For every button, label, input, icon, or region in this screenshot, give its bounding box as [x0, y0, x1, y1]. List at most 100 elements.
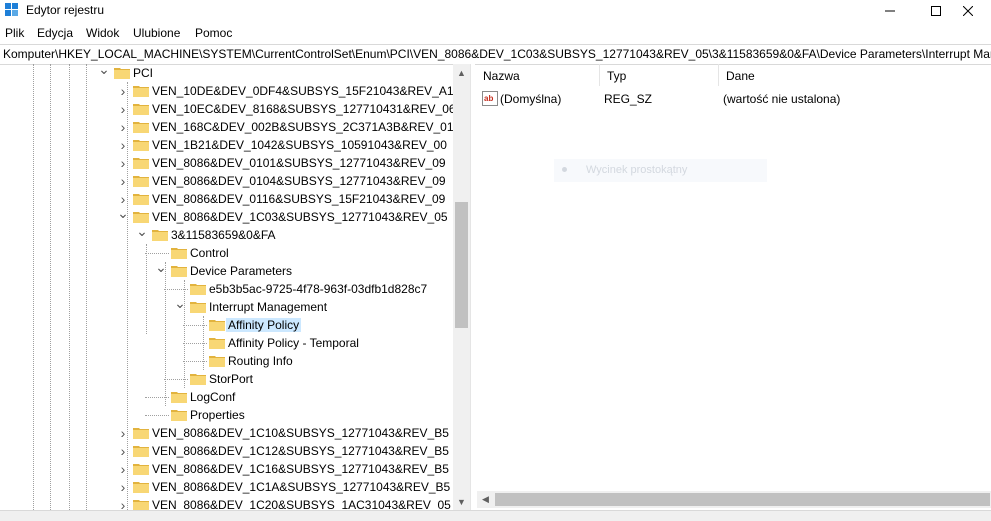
- menu-help[interactable]: Pomoc: [195, 26, 232, 40]
- tree-item[interactable]: e5b3b5ac-9725-4f78-963f-03dfb1d828c7: [164, 280, 453, 298]
- tree-item[interactable]: LogConf: [145, 388, 453, 406]
- tree-item[interactable]: › VEN_8086&DEV_0116&SUBSYS_15F21043&REV_0…: [117, 190, 453, 208]
- folder-icon: [152, 230, 168, 241]
- collapse-chevron-icon[interactable]: ⌄: [98, 64, 110, 77]
- value-type: REG_SZ: [604, 92, 653, 106]
- expand-chevron-icon[interactable]: ›: [117, 497, 129, 510]
- tree-item[interactable]: ⌄ Device Parameters: [155, 259, 453, 280]
- tree-connector: [145, 408, 169, 422]
- window-title: Edytor rejestru: [26, 3, 105, 17]
- folder-icon: [133, 158, 149, 169]
- expand-chevron-icon[interactable]: ›: [117, 155, 129, 171]
- tree-item[interactable]: Control: [145, 244, 453, 262]
- column-header-type[interactable]: Typ: [599, 64, 719, 86]
- address-path[interactable]: Komputer\HKEY_LOCAL_MACHINE\SYSTEM\Curre…: [3, 47, 991, 61]
- values-scroll-thumb[interactable]: [495, 493, 990, 506]
- tree-item[interactable]: ⌄ 3&11583659&0&FA: [136, 223, 453, 244]
- registry-tree[interactable]: ⌄ PCI › VEN_10DE&DEV_0DF4&SUBSYS_15F21043&R…: [0, 64, 453, 510]
- menu-file[interactable]: Plik: [5, 26, 24, 40]
- value-row[interactable]: ab (Domyślna) REG_SZ (wartość nie ustalo…: [475, 90, 991, 108]
- tree-item[interactable]: › VEN_8086&DEV_1C10&SUBSYS_12771043&REV_B…: [117, 424, 453, 442]
- values-horizontal-scrollbar[interactable]: ◀: [477, 491, 991, 508]
- tree-guide: [69, 64, 70, 510]
- menu-edit[interactable]: Edycja: [37, 26, 73, 40]
- tree-item[interactable]: Affinity Policy - Temporal: [183, 334, 453, 352]
- tree-item-label: VEN_10DE&DEV_0DF4&SUBSYS_15F21043&REV_A1: [152, 84, 453, 98]
- tree-item-label: VEN_8086&DEV_1C12&SUBSYS_12771043&REV_B5: [152, 444, 449, 458]
- tree-item-label: VEN_1B21&DEV_1042&SUBSYS_10591043&REV_00: [152, 138, 447, 152]
- address-bar[interactable]: Komputer\HKEY_LOCAL_MACHINE\SYSTEM\Curre…: [0, 44, 991, 65]
- tree-item[interactable]: › VEN_1B21&DEV_1042&SUBSYS_10591043&REV_0…: [117, 136, 453, 154]
- tree-item[interactable]: › VEN_10EC&DEV_8168&SUBSYS_127710431&REV_…: [117, 100, 453, 118]
- expand-chevron-icon[interactable]: ›: [117, 461, 129, 477]
- tree-item[interactable]: Properties: [145, 406, 453, 424]
- tree-item-label: PCI: [133, 66, 154, 80]
- collapse-chevron-icon[interactable]: ⌄: [136, 223, 148, 239]
- tree-item[interactable]: ⌄ PCI: [98, 64, 453, 82]
- folder-icon: [190, 302, 206, 313]
- tree-guide: [183, 343, 207, 344]
- minimize-icon: [885, 10, 895, 12]
- values-list[interactable]: Nazwa Typ Dane ab (Domyślna) REG_SZ (war…: [475, 64, 991, 510]
- tree-item-label: VEN_8086&DEV_1C10&SUBSYS_12771043&REV_B5: [152, 426, 449, 440]
- expand-chevron-icon[interactable]: ›: [117, 119, 129, 135]
- tree-guide: [50, 64, 51, 510]
- tree-item[interactable]: › VEN_8086&DEV_0104&SUBSYS_12771043&REV_0…: [117, 172, 453, 190]
- tree-item-selected[interactable]: Affinity Policy: [183, 316, 453, 334]
- expand-chevron-icon[interactable]: ›: [117, 479, 129, 495]
- snip-tooltip: Wycinek prostokątny: [554, 159, 767, 182]
- collapse-chevron-icon[interactable]: ⌄: [117, 205, 129, 221]
- registry-editor-icon: [5, 3, 18, 16]
- tree-item[interactable]: StorPort: [164, 370, 453, 388]
- tree-guide: [86, 64, 87, 510]
- folder-icon: [209, 356, 225, 367]
- expand-chevron-icon[interactable]: ›: [117, 101, 129, 117]
- menu-favorites[interactable]: Ulubione: [133, 26, 180, 40]
- column-header-data[interactable]: Dane: [718, 64, 991, 86]
- tree-guide: [145, 253, 169, 254]
- title-bar: Edytor rejestru: [0, 0, 991, 22]
- tree-item[interactable]: › VEN_8086&DEV_1C20&SUBSYS_1AC31043&REV_0…: [117, 496, 453, 510]
- collapse-chevron-icon[interactable]: ⌄: [155, 259, 167, 275]
- tree-item[interactable]: › VEN_10DE&DEV_0DF4&SUBSYS_15F21043&REV_A…: [117, 82, 453, 100]
- folder-icon: [133, 194, 149, 205]
- tree-item-label: Properties: [190, 408, 245, 422]
- expand-chevron-icon[interactable]: ›: [117, 173, 129, 189]
- tree-item-label: Affinity Policy: [226, 318, 302, 332]
- snip-tooltip-label: Wycinek prostokątny: [586, 164, 688, 176]
- tree-item[interactable]: ⌄ Interrupt Management: [174, 295, 453, 316]
- tree-guide: [164, 379, 188, 380]
- menu-view[interactable]: Widok: [86, 26, 119, 40]
- tree-vertical-scrollbar[interactable]: ▲ ▼: [453, 64, 470, 510]
- tree-item[interactable]: Routing Info: [183, 352, 453, 370]
- expand-chevron-icon[interactable]: ›: [117, 83, 129, 99]
- column-header-type-label: Typ: [607, 69, 627, 83]
- tree-item[interactable]: › VEN_8086&DEV_1C12&SUBSYS_12771043&REV_B…: [117, 442, 453, 460]
- column-header-name[interactable]: Nazwa: [475, 64, 600, 86]
- tree-guide: [146, 244, 147, 334]
- folder-icon: [171, 392, 187, 403]
- expand-chevron-icon[interactable]: ›: [117, 137, 129, 153]
- tree-item[interactable]: › VEN_8086&DEV_1C16&SUBSYS_12771043&REV_B…: [117, 460, 453, 478]
- tree-guide: [145, 415, 169, 416]
- close-button[interactable]: [945, 0, 991, 22]
- expand-chevron-icon[interactable]: ›: [117, 425, 129, 441]
- scroll-down-arrow-icon[interactable]: ▼: [453, 493, 470, 510]
- expand-chevron-icon[interactable]: ›: [117, 443, 129, 459]
- scroll-up-arrow-icon[interactable]: ▲: [453, 64, 470, 81]
- collapse-chevron-icon[interactable]: ⌄: [174, 295, 186, 311]
- menu-bar: Plik Edycja Widok Ulubione Pomoc: [0, 23, 991, 43]
- tree-item[interactable]: › VEN_8086&DEV_0101&SUBSYS_12771043&REV_0…: [117, 154, 453, 172]
- minimize-button[interactable]: [867, 0, 913, 22]
- tree-connector: [183, 318, 207, 332]
- tree-connector: [145, 390, 169, 404]
- tree-item[interactable]: › VEN_168C&DEV_002B&SUBSYS_2C371A3B&REV_0…: [117, 118, 453, 136]
- tree-item[interactable]: › VEN_8086&DEV_1C1A&SUBSYS_12771043&REV_B…: [117, 478, 453, 496]
- tree-item[interactable]: ⌄ VEN_8086&DEV_1C03&SUBSYS_12771043&REV_0…: [117, 205, 453, 226]
- tree-guide: [183, 361, 207, 362]
- tree-item-label: Affinity Policy - Temporal: [228, 336, 359, 350]
- tree-scroll-thumb[interactable]: [455, 202, 468, 328]
- scroll-left-arrow-icon[interactable]: ◀: [477, 491, 494, 508]
- tree-item-label: VEN_8086&DEV_1C20&SUBSYS_1AC31043&REV_05: [152, 498, 451, 510]
- tree-item-label: LogConf: [190, 390, 236, 404]
